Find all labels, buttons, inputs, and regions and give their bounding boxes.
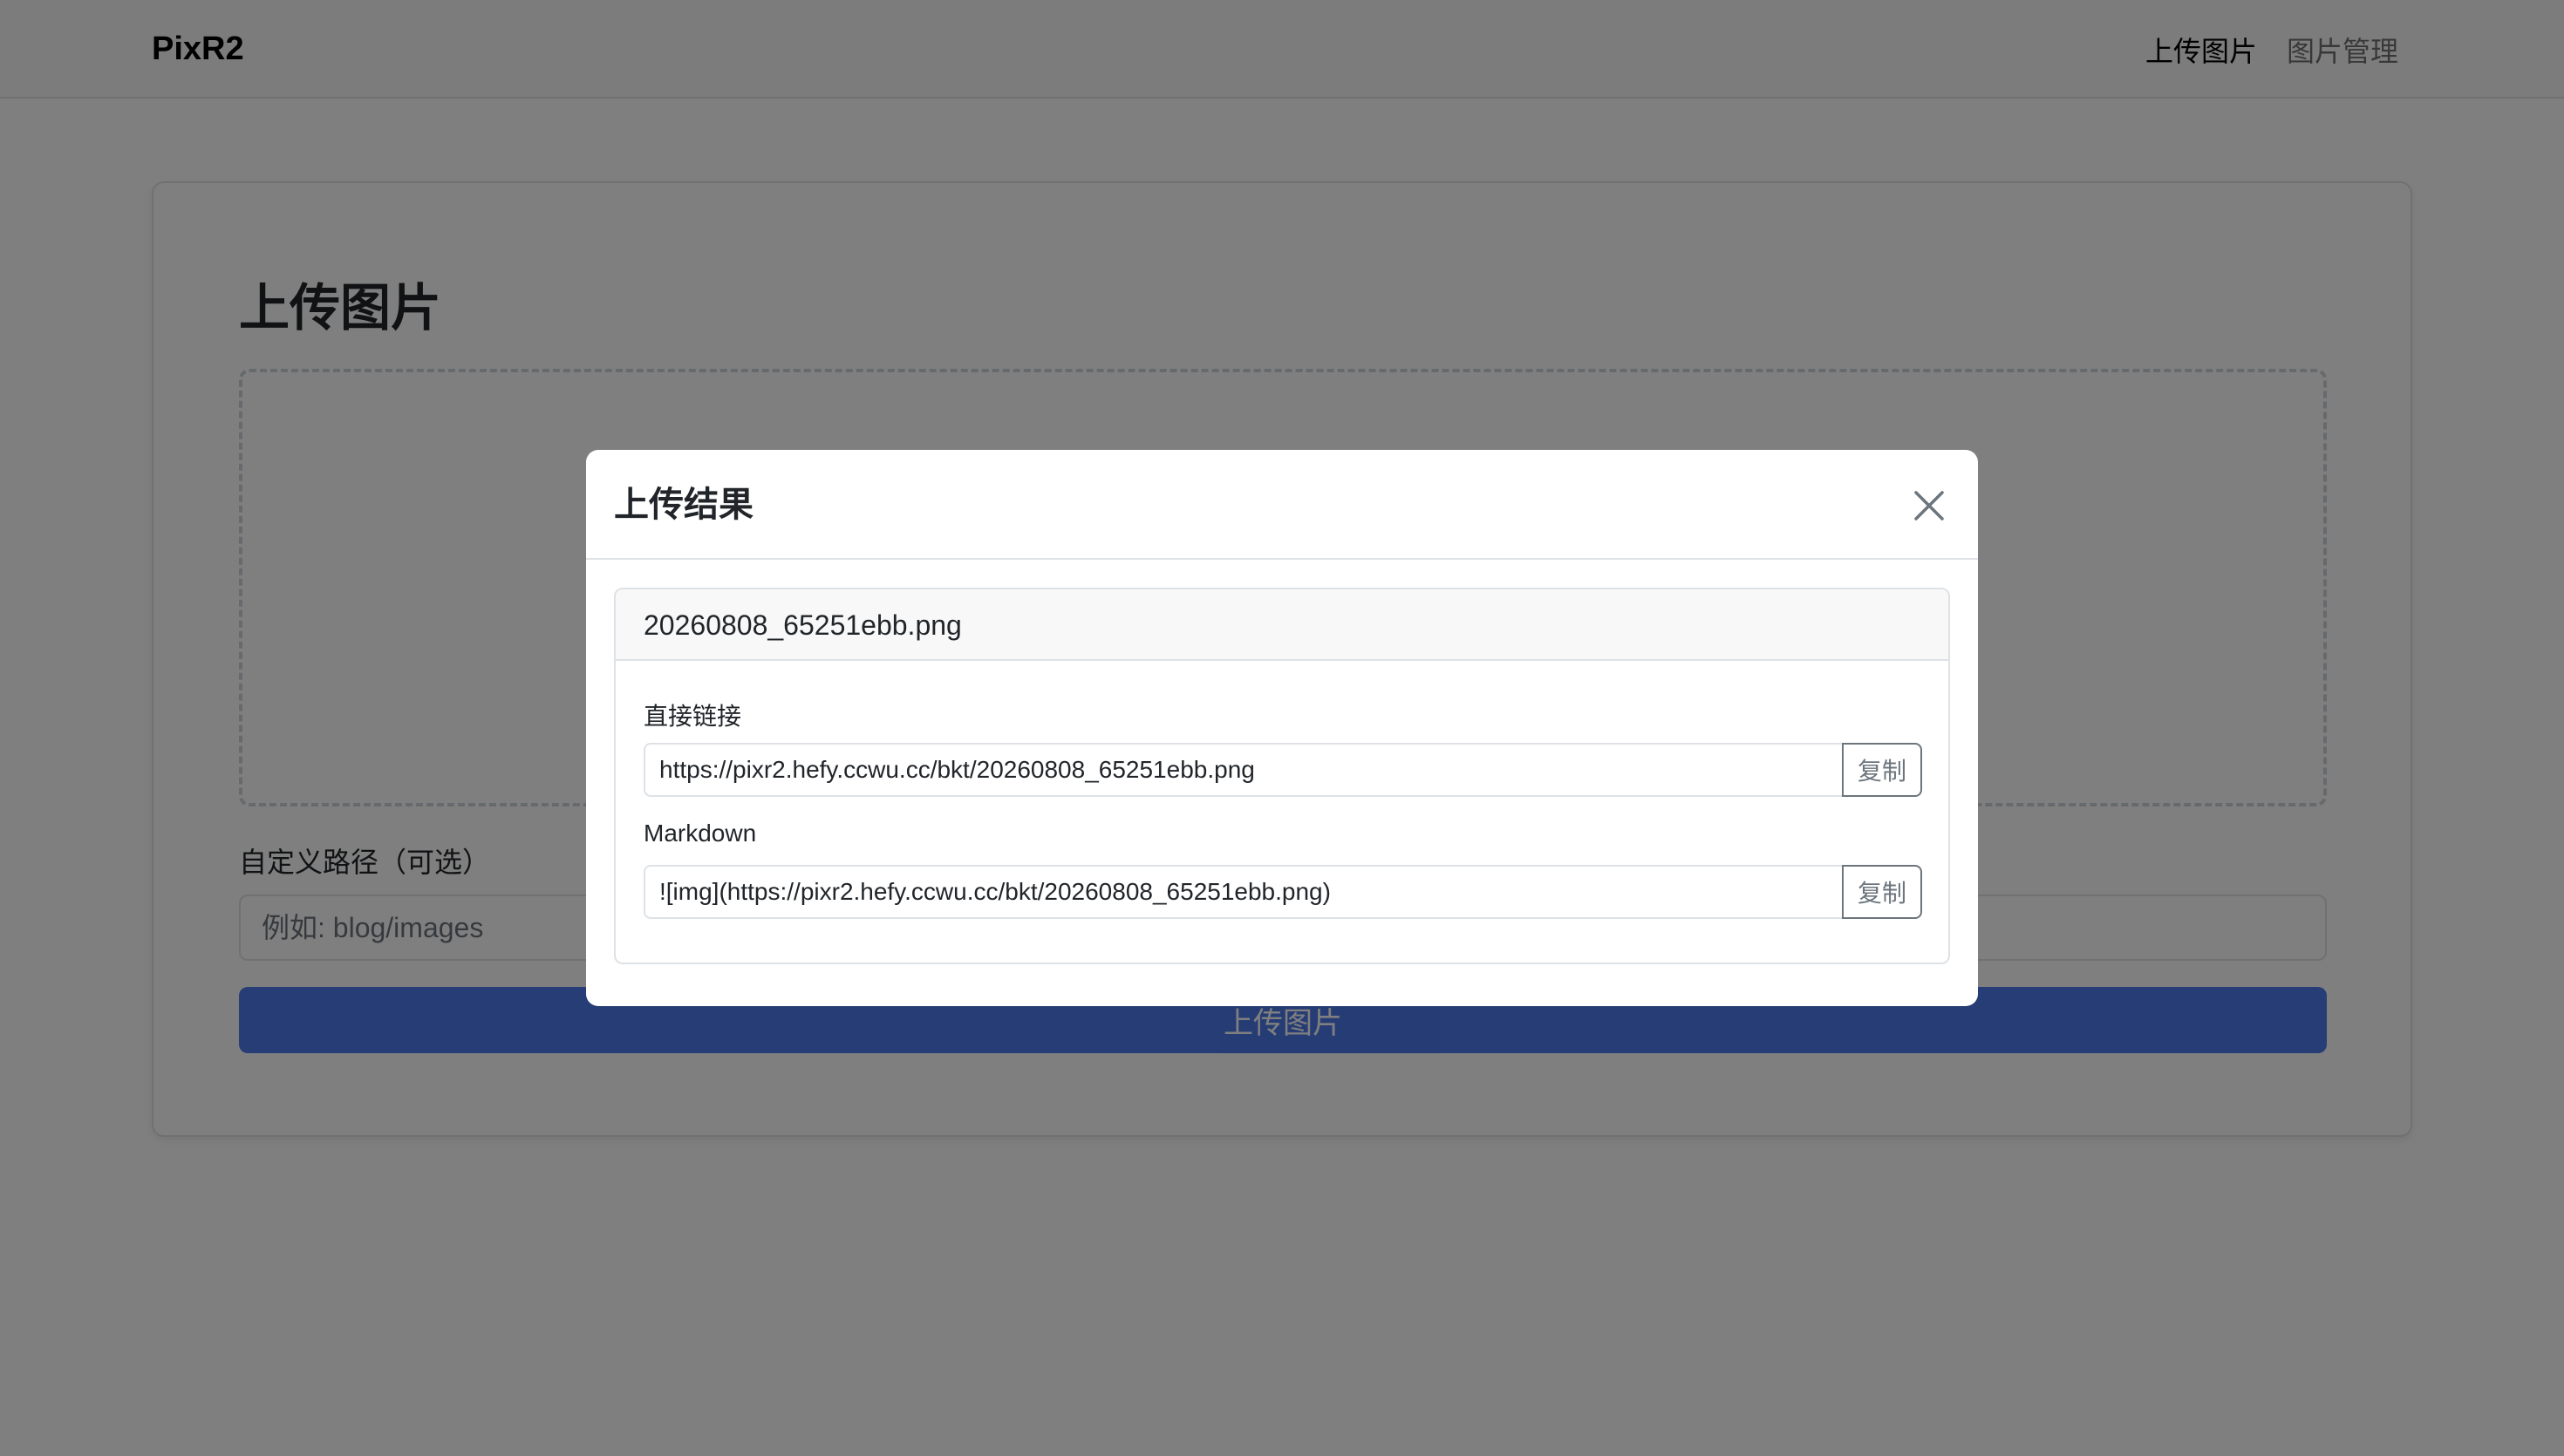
copy-markdown-button[interactable]: 复制 <box>1842 865 1922 919</box>
direct-link-input[interactable] <box>644 743 1842 797</box>
modal-header: 上传结果 <box>586 450 1978 560</box>
markdown-input[interactable] <box>644 865 1842 919</box>
close-button[interactable] <box>1908 485 1950 527</box>
result-card: 20260808_65251ebb.png 直接链接 复制 Markdown 复… <box>614 588 1950 964</box>
file-name: 20260808_65251ebb.png <box>644 609 962 641</box>
close-icon <box>1914 491 1944 520</box>
modal-title: 上传结果 <box>614 486 754 524</box>
copy-direct-link-button[interactable]: 复制 <box>1842 743 1922 797</box>
result-card-header: 20260808_65251ebb.png <box>616 589 1948 661</box>
upload-result-modal: 上传结果 20260808_65251ebb.png 直接链接 复制 Markd… <box>586 450 1978 1006</box>
direct-link-label: 直接链接 <box>644 703 742 730</box>
markdown-label: Markdown <box>644 820 757 847</box>
